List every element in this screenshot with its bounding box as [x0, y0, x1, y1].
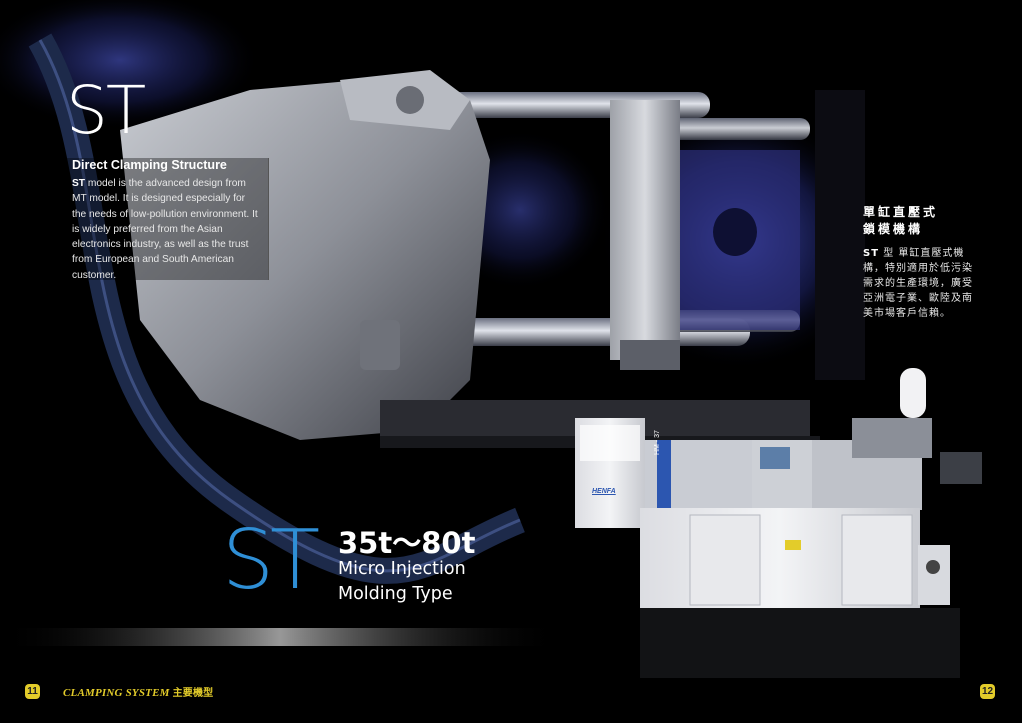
chinese-body: ST 型 單缸直壓式機構，特別適用於低污染需求的生產環境，廣受亞洲電子業、歐陸及…	[863, 246, 973, 321]
chinese-text-box: 單缸直壓式 鎖模機構 ST 型 單缸直壓式機構，特別適用於低污染需求的生產環境，…	[863, 204, 973, 321]
intro-body: ST model is the advanced design from MT …	[72, 176, 262, 283]
product-type: Micro Injection Molding Type	[338, 557, 466, 607]
intro-text-box: Direct Clamping Structure ST model is th…	[64, 158, 269, 283]
hero-brand-title: ST	[66, 72, 146, 149]
intro-heading: Direct Clamping Structure	[72, 158, 227, 172]
chinese-model-name: ST	[863, 248, 880, 259]
machine-side-label: HM - 37	[654, 430, 661, 455]
product-tonnage: 35t～80t	[338, 526, 476, 560]
footer-section-en: CLAMPING SYSTEM	[63, 687, 170, 699]
product-type-line1: Micro Injection	[338, 559, 466, 579]
chinese-heading-line1: 單缸直壓式	[863, 205, 939, 219]
chinese-body-text: 型 單缸直壓式機構，特別適用於低污染需求的生產環境，廣受亞洲電子業、歐陸及南美市…	[863, 248, 973, 319]
page-number-left: 11	[25, 684, 40, 699]
machine-logo: HENFA	[592, 488, 616, 495]
product-type-line2: Molding Type	[338, 584, 453, 604]
footer-section-cn: 主要機型	[172, 688, 214, 699]
chinese-heading-line2: 鎖模機構	[863, 222, 924, 236]
footer-section-label: CLAMPING SYSTEM 主要機型	[63, 684, 213, 699]
chinese-heading: 單缸直壓式 鎖模機構	[863, 204, 973, 238]
intro-model-name: ST	[72, 178, 86, 189]
intro-body-text: model is the advanced design from MT mod…	[72, 178, 258, 281]
background-illustration	[0, 0, 1022, 723]
page-number-right: 12	[980, 684, 995, 699]
product-brand-logo: ST	[222, 513, 320, 608]
